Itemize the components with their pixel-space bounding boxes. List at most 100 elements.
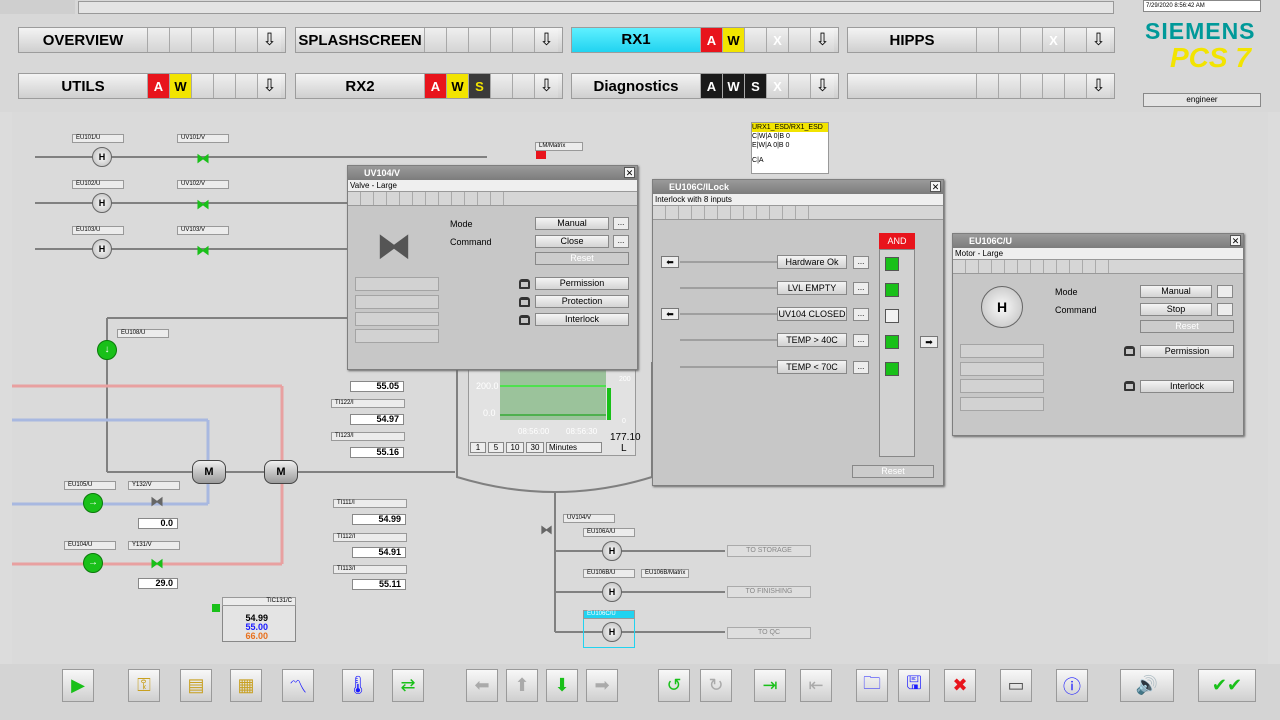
ti112-value[interactable]: 54.91 xyxy=(352,547,406,558)
acknowledge-icon[interactable]: ✔✔ xyxy=(1198,669,1256,702)
ti111-value[interactable]: 54.99 xyxy=(352,514,406,525)
arrow-left-icon[interactable]: ⬅ xyxy=(661,256,679,268)
input-1-more-button[interactable]: ... xyxy=(853,256,869,269)
report-icon[interactable]: ▦ xyxy=(230,669,262,702)
arrow-right-icon[interactable]: ➡ xyxy=(920,336,938,348)
redo-icon[interactable]: ↻ xyxy=(700,669,732,702)
heat-exchanger-2-icon[interactable]: M xyxy=(264,460,298,484)
arrow-down-icon[interactable]: ⇩ xyxy=(810,74,834,98)
input-temp-gt-40[interactable]: TEMP > 40C xyxy=(777,333,847,347)
close-icon[interactable]: ✕ xyxy=(624,167,635,178)
range-unit-select[interactable]: Minutes xyxy=(546,442,602,453)
valve-mode-more-button[interactable]: ... xyxy=(613,217,629,230)
motor-interlock-button[interactable]: Interlock xyxy=(1140,380,1234,393)
ti123-value[interactable]: 55.16 xyxy=(350,447,404,458)
input-hardware-ok[interactable]: Hardware Ok xyxy=(777,255,847,269)
arrow-down-icon[interactable]: ⇩ xyxy=(810,28,834,52)
range-5[interactable]: 5 xyxy=(488,442,504,453)
range-1[interactable]: 1 xyxy=(470,442,486,453)
uv102-valve-icon[interactable]: ⧓ xyxy=(196,196,210,213)
arrow-down-icon[interactable]: ⇩ xyxy=(1086,74,1110,98)
up-icon[interactable]: ⬆ xyxy=(506,669,538,702)
close-icon[interactable]: ✕ xyxy=(1230,235,1241,246)
input-temp-lt-70[interactable]: TEMP < 70C xyxy=(777,360,847,374)
motor-toolbar[interactable] xyxy=(953,260,1243,274)
down-icon[interactable]: ⬇ xyxy=(546,669,578,702)
uv103-valve-icon[interactable]: ⧓ xyxy=(196,242,210,259)
key-icon[interactable]: ⚿ xyxy=(128,669,160,702)
uv104-valve-icon[interactable]: ⧓ xyxy=(540,522,553,538)
arrow-down-icon[interactable]: ⇩ xyxy=(534,74,558,98)
eu106c-pump-icon[interactable]: H xyxy=(602,622,622,642)
valve-command-more-button[interactable]: ... xyxy=(613,235,629,248)
input-3-more-button[interactable]: ... xyxy=(853,308,869,321)
info-icon[interactable]: ⓘ xyxy=(1056,669,1088,702)
eu106b-pump-icon[interactable]: H xyxy=(602,582,622,602)
valve-reset-button[interactable]: Reset xyxy=(535,252,629,265)
trend-icon[interactable]: 〽 xyxy=(282,669,314,702)
input-2-more-button[interactable]: ... xyxy=(853,282,869,295)
uv101-valve-icon[interactable]: ⧓ xyxy=(196,150,210,167)
valve-mode-button[interactable]: Manual xyxy=(535,217,609,230)
motor-mode-more-button[interactable] xyxy=(1217,285,1233,298)
eu101-pump-icon[interactable]: H xyxy=(92,147,112,167)
valve-command-button[interactable]: Close xyxy=(535,235,609,248)
eu102-pump-icon[interactable]: H xyxy=(92,193,112,213)
interlock-toolbar[interactable] xyxy=(653,206,943,220)
input-5-more-button[interactable]: ... xyxy=(853,361,869,374)
screen-switch-icon[interactable]: ⇄ xyxy=(392,669,424,702)
nav-empty[interactable]: ⇩ xyxy=(847,73,1115,99)
valve-protection-button[interactable]: Protection xyxy=(535,295,629,308)
valve-permission-button[interactable]: Permission xyxy=(535,277,629,290)
valve-toolbar[interactable] xyxy=(348,192,637,206)
arrow-down-icon[interactable]: ⇩ xyxy=(534,28,558,52)
valve-interlock-button[interactable]: Interlock xyxy=(535,313,629,326)
motor-command-more-button[interactable] xyxy=(1217,303,1233,316)
export-icon[interactable]: ⇤ xyxy=(800,669,832,702)
motor-command-button[interactable]: Stop xyxy=(1140,303,1212,316)
y132-valve-icon[interactable]: ⧓ xyxy=(150,493,164,510)
input-lvl-empty[interactable]: LVL EMPTY xyxy=(777,281,847,295)
input-uv104-closed[interactable]: UV104 CLOSED xyxy=(777,307,847,321)
nav-rx2[interactable]: RX2 AWS ⇩ xyxy=(295,73,563,99)
range-10[interactable]: 10 xyxy=(506,442,524,453)
forward-icon[interactable]: ➡ xyxy=(586,669,618,702)
save-icon[interactable]: 🖫 xyxy=(898,669,930,702)
eu108-pump-icon[interactable]: ↓ xyxy=(97,340,117,360)
notes-icon[interactable]: ▤ xyxy=(180,669,212,702)
nav-overview[interactable]: OVERVIEW ⇩ xyxy=(18,27,286,53)
ti113-value[interactable]: 55.11 xyxy=(352,579,406,590)
arrow-left-icon[interactable]: ⬅ xyxy=(661,308,679,320)
arrow-down-icon[interactable]: ⇩ xyxy=(1086,28,1110,52)
nav-rx1[interactable]: RX1 AWX ⇩ xyxy=(571,27,839,53)
y131-valve-icon[interactable]: ⧓ xyxy=(150,555,164,572)
nav-diagnostics[interactable]: Diagnostics AWSX ⇩ xyxy=(571,73,839,99)
eu106a-pump-icon[interactable]: H xyxy=(602,541,622,561)
close-icon[interactable]: ✕ xyxy=(930,181,941,192)
back-icon[interactable]: ⬅ xyxy=(466,669,498,702)
esd-matrix[interactable]: URX1_ESD/RX1_ESD C|W|A 0|B 0 E|W|A 0|B 0… xyxy=(751,122,829,174)
input-4-more-button[interactable]: ... xyxy=(853,334,869,347)
import-icon[interactable]: ⇥ xyxy=(754,669,786,702)
thermometer-icon[interactable]: 🌡 xyxy=(342,669,374,702)
play-icon[interactable]: ▶ xyxy=(62,669,94,702)
motor-mode-button[interactable]: Manual xyxy=(1140,285,1212,298)
open-folder-icon[interactable]: 🗀 xyxy=(856,669,888,702)
eu104-pump-icon[interactable]: → xyxy=(83,553,103,573)
y131-value[interactable]: 29.0 xyxy=(138,578,178,589)
interlock-reset-button[interactable]: Reset xyxy=(852,465,934,478)
nav-hipps[interactable]: HIPPS X ⇩ xyxy=(847,27,1115,53)
ti121-value[interactable]: 55.05 xyxy=(350,381,404,392)
arrow-down-icon[interactable]: ⇩ xyxy=(257,74,281,98)
eu103-pump-icon[interactable]: H xyxy=(92,239,112,259)
eu105-pump-icon[interactable]: → xyxy=(83,493,103,513)
undo-icon[interactable]: ↺ xyxy=(658,669,690,702)
motor-permission-button[interactable]: Permission xyxy=(1140,345,1234,358)
y132-value[interactable]: 0.0 xyxy=(138,518,178,529)
nav-splashscreen[interactable]: SPLASHSCREEN ⇩ xyxy=(295,27,563,53)
monitor-icon[interactable]: ▭ xyxy=(1000,669,1032,702)
heat-exchanger-1-icon[interactable]: M xyxy=(192,460,226,484)
motor-reset-button[interactable]: Reset xyxy=(1140,320,1234,333)
arrow-down-icon[interactable]: ⇩ xyxy=(257,28,281,52)
ti122-value[interactable]: 54.97 xyxy=(350,414,404,425)
